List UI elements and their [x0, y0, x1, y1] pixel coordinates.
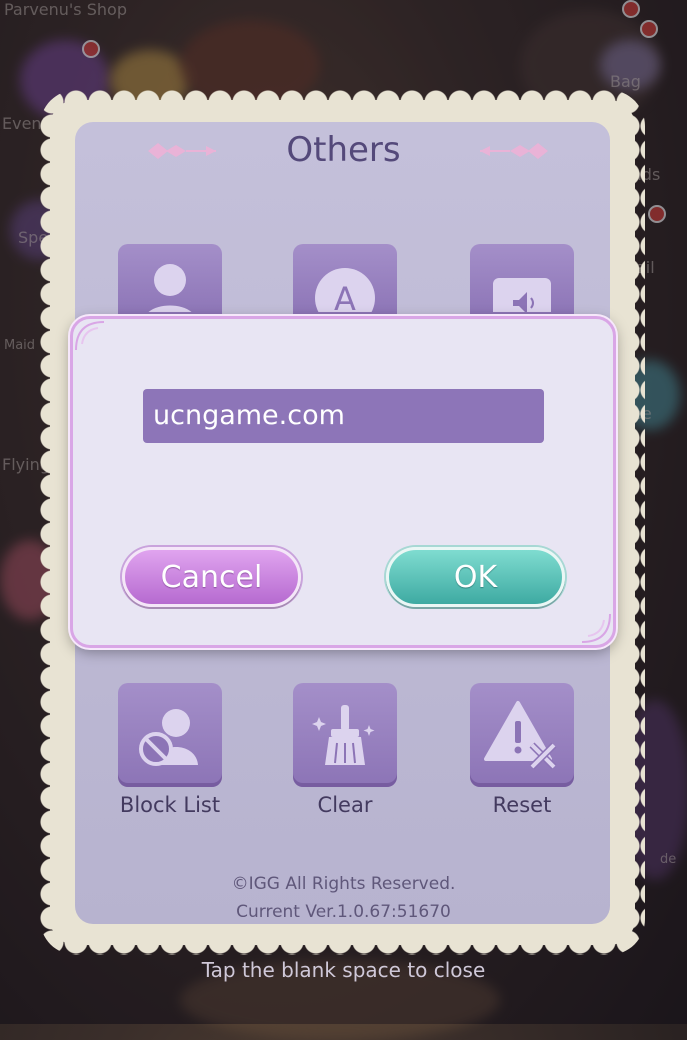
cancel-button[interactable]: Cancel: [122, 547, 301, 607]
block-user-icon: [139, 709, 198, 766]
warning-tools-icon: [484, 701, 557, 770]
dialog-corner-ornament: [75, 321, 105, 351]
panel-title: Others: [286, 130, 401, 170]
url-input-field[interactable]: [143, 389, 544, 443]
broom-icon: [312, 705, 375, 765]
version-text: Current Ver.1.0.67:51670: [236, 902, 451, 922]
reset-label: Reset: [492, 793, 552, 817]
font-tile[interactable]: A: [293, 244, 397, 319]
ok-button[interactable]: OK: [386, 547, 565, 607]
close-hint: Tap the blank space to close: [201, 958, 486, 982]
profile-icon: [148, 263, 192, 312]
block-list-label: Block List: [119, 793, 221, 817]
profile-tile[interactable]: [118, 244, 222, 319]
sound-tile[interactable]: [470, 244, 574, 319]
dialog-corner-ornament: [581, 613, 611, 643]
clear-tile[interactable]: [293, 683, 397, 787]
block-list-tile[interactable]: [118, 683, 222, 787]
copyright-text: ©IGG All Rights Reserved.: [231, 874, 456, 894]
font-icon: A: [315, 267, 375, 312]
ok-button-label: OK: [453, 559, 498, 595]
right-title-ornament: [480, 143, 548, 159]
reset-tile[interactable]: [470, 683, 574, 787]
cancel-button-label: Cancel: [160, 559, 263, 595]
svg-text:A: A: [334, 280, 356, 312]
speaker-icon: [493, 277, 551, 312]
clear-label: Clear: [317, 793, 373, 817]
